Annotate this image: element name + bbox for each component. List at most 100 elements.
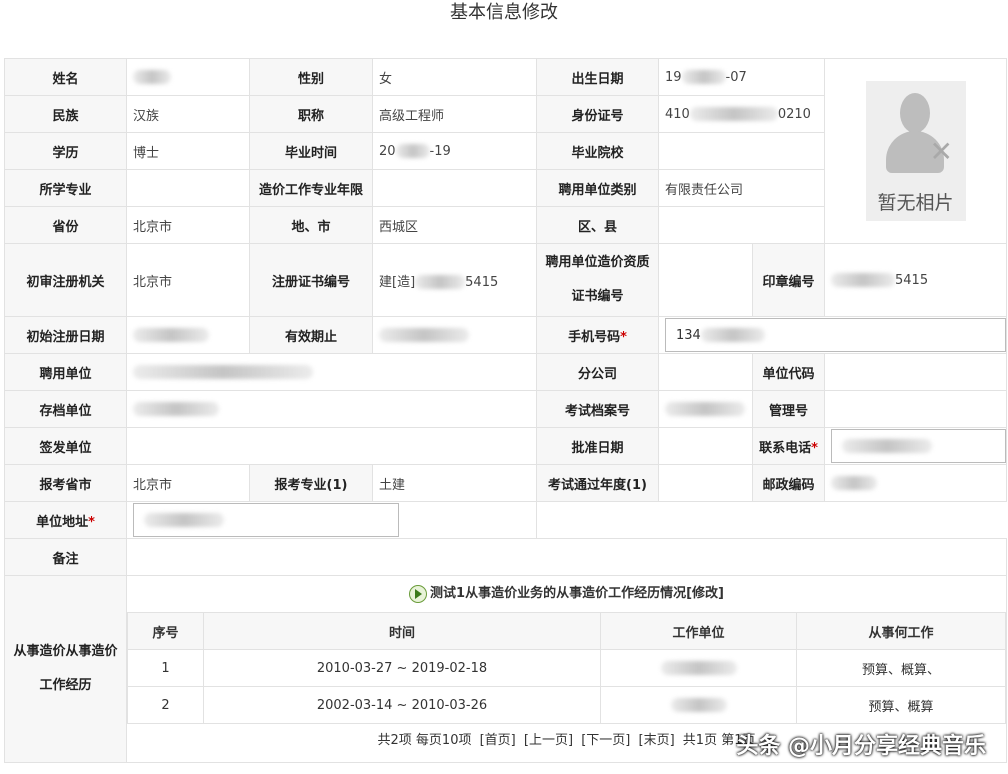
title-value: 高级工程师 bbox=[372, 95, 537, 133]
unit-address-cell bbox=[126, 501, 537, 539]
mobile-cell: 134 bbox=[658, 316, 1007, 354]
education-label: 学历 bbox=[4, 132, 127, 170]
contact-phone-input[interactable] bbox=[831, 429, 1006, 463]
approval-date-label: 批准日期 bbox=[536, 427, 659, 465]
row-employer bbox=[600, 649, 797, 687]
title-label: 职称 bbox=[249, 95, 373, 133]
employer-label: 聘用单位 bbox=[4, 353, 127, 391]
id-number-value: 410 0210 bbox=[658, 95, 825, 133]
basic-info-table: 姓名 性别 女 出生日期 19 -07 ✕ 暂无相片 民族 汉族 职称 高级工程师… bbox=[4, 58, 1007, 763]
ethnicity-label: 民族 bbox=[4, 95, 127, 133]
cert-number-value: 建[造] 5415 bbox=[372, 243, 537, 317]
photo-placeholder-text: 暂无相片 bbox=[877, 192, 954, 214]
initial-reg-date-label: 初始注册日期 bbox=[4, 316, 127, 354]
employer-type-value: 有限责任公司 bbox=[658, 169, 825, 207]
experience-label: 从事造价从事造价 工作经历 bbox=[4, 575, 127, 763]
postal-code-value bbox=[824, 464, 1007, 502]
name-label: 姓名 bbox=[4, 58, 127, 96]
remarks-label: 备注 bbox=[4, 538, 127, 576]
graduation-school-label: 毕业院校 bbox=[536, 132, 659, 170]
district-value bbox=[658, 206, 825, 244]
gender-value: 女 bbox=[372, 58, 537, 96]
unit-code-label: 单位代码 bbox=[752, 353, 825, 391]
pager-first-link[interactable]: [首页] bbox=[480, 733, 516, 748]
seal-number-value: 5415 bbox=[824, 243, 1007, 317]
archive-unit-label: 存档单位 bbox=[4, 390, 127, 428]
row-time: 2002-03-14 ~ 2010-03-26 bbox=[203, 686, 601, 724]
major-value bbox=[126, 169, 250, 207]
row-employer bbox=[600, 686, 797, 724]
employer-value bbox=[126, 353, 537, 391]
ethnicity-value: 汉族 bbox=[126, 95, 250, 133]
row-work: 预算、概算 bbox=[796, 686, 1006, 724]
column-header-time: 时间 bbox=[203, 612, 601, 650]
exam-archive-no-value bbox=[658, 390, 753, 428]
unit-address-empty bbox=[536, 501, 1007, 539]
experience-table: 序号 时间 工作单位 从事何工作 1 2010-03-27 ~ 2019-02-… bbox=[127, 612, 1006, 724]
graduation-school-value bbox=[658, 132, 825, 170]
valid-until-label: 有效期止 bbox=[249, 316, 373, 354]
unit-address-label: 单位地址* bbox=[4, 501, 127, 539]
issuing-unit-label: 签发单位 bbox=[4, 427, 127, 465]
graduation-time-value: 20 -19 bbox=[372, 132, 537, 170]
watermark: 头条 @小月分享经典音乐 bbox=[736, 734, 986, 759]
exam-pass-year-label: 考试通过年度(1) bbox=[536, 464, 659, 502]
experience-edit-link[interactable]: 测试1从事造价业务的从事造价工作经历情况[修改] bbox=[430, 586, 724, 601]
row-time: 2010-03-27 ~ 2019-02-18 bbox=[203, 649, 601, 687]
province-label: 省份 bbox=[4, 206, 127, 244]
city-value: 西城区 bbox=[372, 206, 537, 244]
remarks-value bbox=[126, 538, 1007, 576]
column-header-employer: 工作单位 bbox=[600, 612, 797, 650]
column-header-no: 序号 bbox=[127, 612, 204, 650]
mobile-input[interactable]: 134 bbox=[665, 318, 1006, 352]
exam-pass-year-value bbox=[658, 464, 753, 502]
unit-address-input[interactable] bbox=[133, 503, 399, 537]
employer-cert-label: 聘用单位造价资质 证书编号 bbox=[536, 243, 659, 317]
issuing-unit-value bbox=[126, 427, 537, 465]
archive-unit-value bbox=[126, 390, 537, 428]
cost-years-value bbox=[372, 169, 537, 207]
experience-section-title: 测试1从事造价业务的从事造价工作经历情况[修改] bbox=[128, 577, 1006, 613]
play-icon[interactable] bbox=[409, 584, 428, 603]
unit-code-value bbox=[824, 353, 1007, 391]
photo-cell: ✕ 暂无相片 bbox=[824, 58, 1007, 244]
seal-number-label: 印章编号 bbox=[752, 243, 825, 317]
valid-until-value bbox=[372, 316, 537, 354]
name-value bbox=[126, 58, 250, 96]
mgmt-no-label: 管理号 bbox=[752, 390, 825, 428]
exam-province-value: 北京市 bbox=[126, 464, 250, 502]
initial-reg-date-value bbox=[126, 316, 250, 354]
cert-number-label: 注册证书编号 bbox=[249, 243, 373, 317]
table-row: 2 2002-03-14 ~ 2010-03-26 预算、概算 bbox=[127, 686, 1006, 724]
district-label: 区、县 bbox=[536, 206, 659, 244]
pager-prev-link[interactable]: [上一页] bbox=[524, 733, 573, 748]
column-header-work: 从事何工作 bbox=[796, 612, 1006, 650]
mgmt-no-value bbox=[824, 390, 1007, 428]
initial-authority-label: 初审注册机关 bbox=[4, 243, 127, 317]
birth-date-value: 19 -07 bbox=[658, 58, 825, 96]
branch-value bbox=[658, 353, 753, 391]
row-work: 预算、概算、 bbox=[796, 649, 1006, 687]
initial-authority-value: 北京市 bbox=[126, 243, 250, 317]
major-label: 所学专业 bbox=[4, 169, 127, 207]
exam-archive-no-label: 考试档案号 bbox=[536, 390, 659, 428]
experience-header-row: 序号 时间 工作单位 从事何工作 bbox=[127, 612, 1006, 650]
cost-years-label: 造价工作专业年限 bbox=[249, 169, 373, 207]
pager-next-link[interactable]: [下一页] bbox=[581, 733, 630, 748]
contact-phone-label: 联系电话* bbox=[752, 427, 825, 465]
id-number-label: 身份证号 bbox=[536, 95, 659, 133]
postal-code-label: 邮政编码 bbox=[752, 464, 825, 502]
no-photo-person-icon: ✕ 暂无相片 bbox=[865, 81, 966, 221]
exam-province-label: 报考省市 bbox=[4, 464, 127, 502]
employer-type-label: 聘用单位类别 bbox=[536, 169, 659, 207]
mobile-label: 手机号码* bbox=[536, 316, 659, 354]
page-title: 基本信息修改 bbox=[450, 2, 558, 23]
pager-last-link[interactable]: [末页] bbox=[639, 733, 675, 748]
employer-cert-value bbox=[658, 243, 753, 317]
contact-phone-cell bbox=[824, 427, 1007, 465]
province-value: 北京市 bbox=[126, 206, 250, 244]
row-no: 1 bbox=[127, 649, 204, 687]
pager-summary: 共2项 每页10项 bbox=[377, 733, 472, 748]
city-label: 地、市 bbox=[249, 206, 373, 244]
exam-major-value: 土建 bbox=[372, 464, 537, 502]
